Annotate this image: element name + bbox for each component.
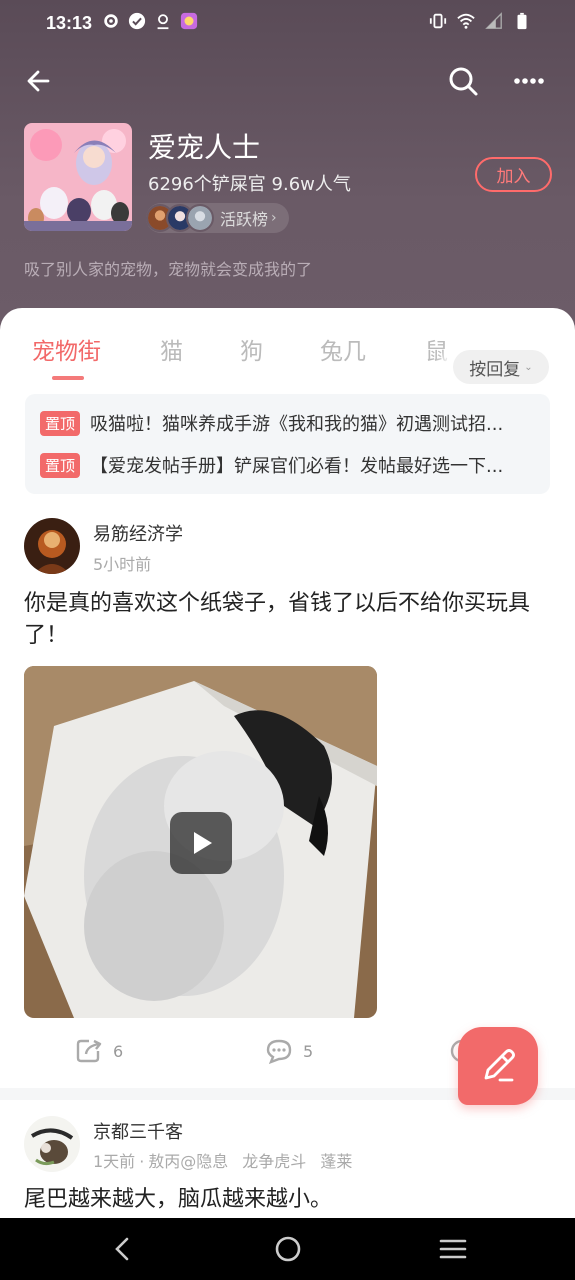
status-bar: 13:13 [0, 0, 575, 48]
author-avatar[interactable] [24, 518, 80, 574]
signal-icon [485, 12, 502, 29]
group-name: 爱宠人士 [148, 131, 261, 164]
active-member-avatar [186, 204, 214, 232]
tab-rabbit[interactable]: 兔几 [320, 332, 366, 366]
post-tag[interactable]: 敖丙@隐息 [148, 1152, 228, 1171]
chevron-right-icon: › [271, 210, 277, 226]
tab-mouse[interactable]: 鼠 [425, 332, 448, 366]
post-author-name[interactable]: 易筋经济学 [93, 520, 183, 546]
active-rank-button[interactable]: 活跃榜 › [146, 203, 289, 233]
post-tag[interactable]: 蓬莱 [320, 1152, 352, 1171]
search-icon[interactable] [446, 64, 480, 98]
meta-separator: · [139, 1152, 145, 1171]
location-icon [157, 14, 169, 30]
compose-post-button[interactable] [458, 1027, 538, 1105]
group-stats: 6296个铲屎官 9.6w人气 [148, 174, 351, 195]
check-circle-icon [128, 12, 146, 30]
share-count: 6 [113, 1041, 124, 1061]
app-notification-icon [180, 12, 198, 30]
share-icon [76, 1039, 102, 1063]
system-navigation-bar [0, 1218, 575, 1280]
tab-cat[interactable]: 猫 [160, 332, 183, 366]
status-time: 13:13 [46, 13, 93, 33]
author-avatar-image [24, 1116, 80, 1172]
group-avatar-image [24, 123, 132, 231]
chevron-down-icon: ⌄ [524, 361, 533, 373]
wifi-icon [457, 13, 475, 29]
post-meta: 5小时前 [93, 551, 165, 575]
pinned-post[interactable]: 置顶 吸猫啦！猫咪养成手游《我和我的猫》初遇测试招... [40, 410, 535, 436]
join-button[interactable]: 加入 [475, 157, 552, 192]
nav-home-icon[interactable] [273, 1234, 303, 1264]
active-tab-indicator [52, 376, 84, 380]
nav-back-icon[interactable] [108, 1234, 138, 1264]
play-button[interactable] [170, 812, 232, 874]
play-icon [194, 832, 212, 854]
comment-count: 5 [303, 1041, 314, 1061]
tab-dog[interactable]: 狗 [240, 332, 263, 366]
post-content[interactable]: 尾巴越来越大，脑瓜越来越小。 [24, 1184, 544, 1216]
comment-button[interactable]: 5 [265, 1038, 313, 1064]
category-tabs: 宠物街 猫 狗 兔几 鼠 按回复 ⌄ [0, 328, 575, 384]
pinned-post-title: 吸猫啦！猫咪养成手游《我和我的猫》初遇测试招... [90, 414, 504, 435]
sort-dropdown[interactable]: 按回复 ⌄ [453, 350, 549, 384]
pinned-badge: 置顶 [40, 452, 81, 478]
post-meta: 1天前 · 敖丙@隐息 龙争虎斗 蓬莱 [93, 1148, 366, 1172]
author-avatar[interactable] [24, 1116, 80, 1172]
sort-label: 按回复 [469, 359, 521, 380]
tab-pet-street[interactable]: 宠物街 [32, 332, 101, 366]
group-description: 吸了别人家的宠物，宠物就会变成我的了 [24, 260, 313, 279]
active-rank-label: 活跃榜 [220, 210, 269, 229]
pinned-post-title: 【爱宠发帖手册】铲屎官们必看！发帖最好选一下... [90, 456, 504, 477]
settings-icon [104, 14, 118, 28]
author-avatar-image [24, 518, 80, 574]
pinned-posts: 置顶 吸猫啦！猫咪养成手游《我和我的猫》初遇测试招... 置顶 【爱宠发帖手册】… [25, 394, 550, 494]
pinned-post[interactable]: 置顶 【爱宠发帖手册】铲屎官们必看！发帖最好选一下... [40, 452, 535, 478]
post-time: 1天前 [93, 1152, 136, 1171]
post-content[interactable]: 你是真的喜欢这个纸袋子，省钱了以后不给你买玩具了！ [24, 588, 544, 652]
post-tag[interactable]: 龙争虎斗 [242, 1152, 306, 1171]
nav-recents-icon[interactable] [438, 1234, 468, 1264]
share-button[interactable]: 6 [75, 1038, 123, 1064]
post-author-name[interactable]: 京都三千客 [93, 1118, 183, 1144]
vibrate-icon [429, 13, 447, 29]
post-time: 5小时前 [93, 555, 152, 574]
back-arrow-icon[interactable] [24, 66, 56, 96]
battery-icon [517, 12, 527, 30]
pen-icon [484, 1049, 515, 1082]
more-options-icon[interactable] [511, 66, 547, 96]
top-navigation-bar [0, 56, 575, 106]
comment-icon [266, 1039, 292, 1064]
pinned-badge: 置顶 [40, 410, 81, 436]
group-avatar[interactable] [24, 123, 132, 231]
post-video-thumbnail[interactable] [24, 666, 377, 1018]
